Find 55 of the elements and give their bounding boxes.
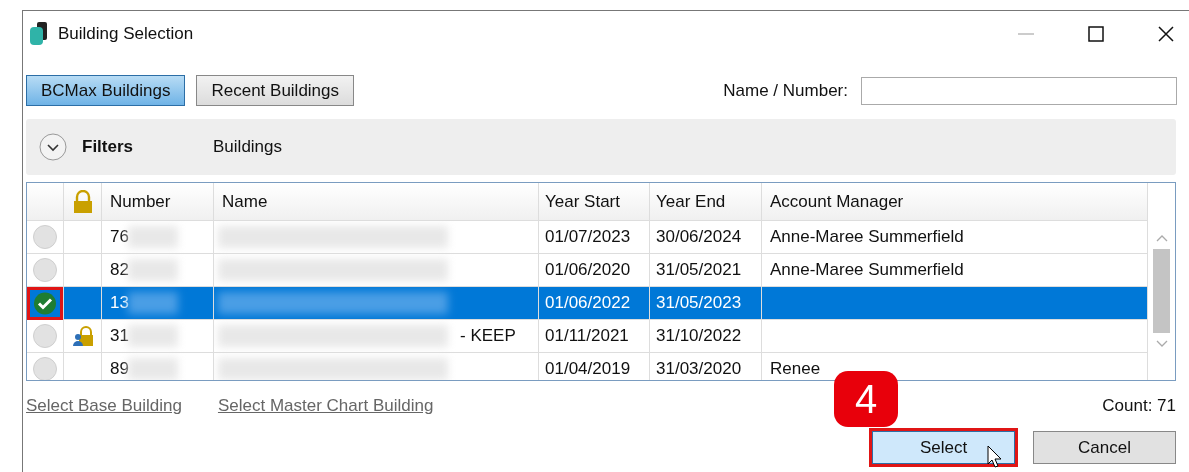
table-cell: 31/03/2020 [650,353,762,380]
table-cell: 01/07/2023 [539,221,650,253]
cancel-button[interactable]: Cancel [1033,431,1176,464]
search-field[interactable] [861,76,1177,105]
link[interactable]: Select Base Building [26,396,182,416]
cursor-icon [987,445,1003,469]
column-header[interactable]: Year End [650,183,762,220]
table-cell: 82 [110,260,129,280]
table-cell: 01/06/2020 [539,254,650,286]
table-row[interactable]: 76 01/07/2023 30/06/2024 Anne-Maree Summerfield [27,221,1148,254]
column-header[interactable]: Name [214,183,539,220]
column-header[interactable]: Number [102,183,214,220]
table-cell: - KEEP [460,326,516,346]
radio-icon[interactable] [32,323,58,349]
section-label: Buildings [213,137,283,157]
radio-icon[interactable] [32,224,58,250]
table-cell: 01/06/2022 [539,287,650,319]
table-cell: 31 [110,326,129,346]
expand-icon[interactable] [38,132,68,162]
table-cell: 01/11/2021 [539,320,650,352]
table-cell: Renee [770,359,821,379]
lock-icon [71,189,94,214]
maximize-icon[interactable] [1087,25,1105,43]
table-cell: Anne-Maree Summerfield [770,227,964,247]
app-icon [29,21,49,47]
scroll-down-icon[interactable] [1154,339,1169,349]
table-row[interactable]: 31 - KEEP 01/11/2021 31/10/2022 [27,320,1148,353]
filters-label: Filters [82,137,134,157]
count-label: Count: 71 [1102,396,1176,416]
link[interactable]: Select Master Chart Building [217,396,434,416]
select-button[interactable]: Select [872,431,1015,464]
table-cell: 01/04/2019 [539,353,650,380]
step-badge: 4 [834,371,898,427]
column-header[interactable]: Year Start [539,183,650,220]
table-cell: Anne-Maree Summerfield [770,260,964,280]
check-icon[interactable] [27,286,63,320]
window-title: Building Selection [58,24,194,44]
redaction-blur [128,292,178,314]
table-cell: 13 [110,293,129,313]
tab[interactable]: Recent Buildings [196,75,355,106]
table-cell: 89 [110,359,129,379]
table-cell: 31/05/2021 [650,254,762,286]
radio-icon[interactable] [32,257,58,283]
scrollbar-thumb[interactable] [1153,249,1170,333]
search-label: Name / Number: [723,80,848,101]
table-cell: 31/10/2022 [650,320,762,352]
table-cell: 31/05/2023 [650,287,762,319]
tab[interactable]: BCMax Buildings [26,75,186,106]
radio-icon[interactable] [32,356,58,380]
table-cell: 30/06/2024 [650,221,762,253]
redaction-blur [128,358,178,380]
table-row[interactable]: 13 01/06/2022 31/05/2023 [27,287,1148,320]
scroll-up-icon[interactable] [1154,233,1169,243]
close-icon[interactable] [1157,25,1175,43]
table-cell: 76 [110,227,129,247]
